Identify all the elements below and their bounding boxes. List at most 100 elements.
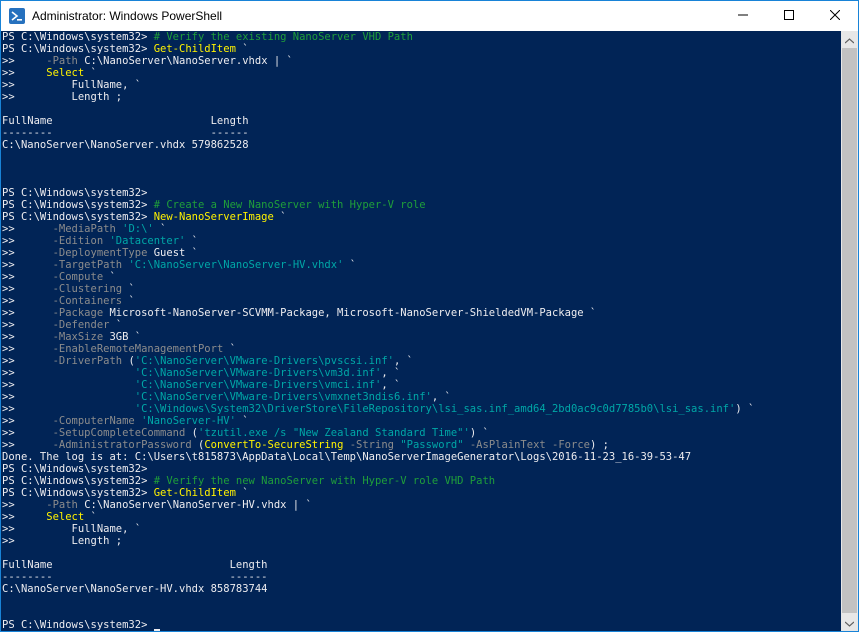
console-text: PS C:\Windows\system32> [2,199,154,211]
console-line: >> -MaxSize 3GB ` [2,331,754,343]
console-line: >> -Defender ` [2,319,754,331]
console-text: ( [122,355,135,367]
console-text: ` [103,271,116,283]
console-text: ` [109,319,123,331]
console-text: ) ` [469,427,489,439]
console-text: -EnableRemoteManagementPort [52,343,224,355]
console-line: PS C:\Windows\system32> Get-ChildItem ` [2,487,754,499]
maximize-button[interactable] [766,1,812,31]
minimize-button[interactable] [720,1,766,31]
console-text: PS C:\Windows\system32> [2,31,154,43]
console-text: ` [235,415,249,427]
console-text: PS C:\Windows\system32> [2,211,154,223]
console-text: -Package [52,307,104,319]
console-text: ` [84,67,97,79]
console-text: PS C:\Windows\system32> [2,475,154,487]
console-text: >> [2,247,53,259]
console-text: -ComputerName [52,415,135,427]
console-text: -String [349,439,394,451]
console-line: >> Select ` [2,67,754,79]
console-text: >> [2,55,47,67]
console-line: >> -MediaPath 'D:\' ` [2,223,754,235]
console-text: -------- ------ [2,571,268,583]
console-text: >> [2,415,53,427]
console-line: >> -DriverPath ('C:\NanoServer\VMware-Dr… [2,355,754,367]
console-line: >> -EnableRemoteManagementPort ` [2,343,754,355]
close-button[interactable] [812,1,858,31]
console-text: PS C:\Windows\system32> [2,487,154,499]
console-lines: PS C:\Windows\system32> # Verify the exi… [2,31,754,631]
console-line: PS C:\Windows\system32> Get-ChildItem ` [2,43,754,55]
console-text: PS C:\Windows\system32> [2,619,154,631]
console-text: >> [2,235,53,247]
console-text: PS C:\Windows\system32> [2,187,148,199]
console-text: >> FullName, ` [2,79,142,91]
window-title: Administrator: Windows PowerShell [32,9,223,23]
minimize-icon [738,7,748,25]
console-text: >> [2,307,53,319]
console-text: -SetupCompleteCommand [52,427,186,439]
scroll-up-button[interactable] [841,31,858,48]
console-text: -AsPlainText -Force [469,439,590,451]
console-text: 'tzutil.exe /s "New Zealand Standard Tim… [198,427,470,439]
console-text: >> [2,379,135,391]
console-text: >> [2,223,53,235]
console-line: >> -Edition 'Datacenter' ` [2,235,754,247]
console-text: -Containers [52,295,123,307]
console-text: C:\NanoServer\NanoServer-HV.vhdx 8587837… [2,583,268,595]
powershell-window: Administrator: Windows PowerShell PS C:\… [0,0,859,632]
console-line: PS C:\Windows\system32> New-NanoServerIm… [2,211,754,223]
console-text: -Compute [52,271,104,283]
console-text: Guest ` [147,247,198,259]
console-line: PS C:\Windows\system32> # Create a New N… [2,199,754,211]
console-text: -Edition [52,235,104,247]
console-text: 3GB ` [103,331,142,343]
console-text: 'NanoServer-HV' [141,415,236,427]
console-text: >> Length ; [2,91,123,103]
console-text: ` [122,295,135,307]
console-text: "Password" [400,439,464,451]
console-text: -Path [46,55,78,67]
console-line: C:\NanoServer\NanoServer-HV.vhdx 8587837… [2,583,754,595]
console-text: >> [2,427,53,439]
console-line: >> 'C:\NanoServer\VMware-Drivers\vm3d.in… [2,367,754,379]
console-text: -Clustering [52,283,123,295]
console-line: C:\NanoServer\NanoServer.vhdx 579862528 [2,139,754,151]
console-text: ` [235,487,249,499]
text-cursor [153,629,160,631]
console-output[interactable]: PS C:\Windows\system32> # Verify the exi… [1,31,841,631]
console-line: >> -DeploymentType Guest ` [2,247,754,259]
console-text: # Verify the new NanoServer with Hyper-V… [153,475,496,487]
console-text: ` [273,211,287,223]
console-text: >> [2,295,53,307]
console-text: C:\NanoServer\NanoServer-HV.vhdx | ` [77,499,312,511]
console-text: -DriverPath [52,355,123,367]
chevron-up-icon [844,31,855,49]
console-line: >> -Clustering ` [2,283,754,295]
console-text: -MediaPath [52,223,116,235]
console-text: # Create a New NanoServer with Hyper-V r… [153,199,426,211]
console-text: 'C:\NanoServer\VMware-Drivers\vmxnet3ndi… [134,391,432,403]
console-line: >> FullName, ` [2,523,754,535]
scroll-down-button[interactable] [841,614,858,631]
console-text: >> [2,439,53,451]
console-text: -Path [46,499,78,511]
vertical-scrollbar[interactable] [841,31,858,631]
console-text: Select [46,67,85,79]
console-text: >> [2,319,53,331]
console-line: >> -SetupCompleteCommand ('tzutil.exe /s… [2,427,754,439]
console-line: >> 'C:\Windows\System32\DriverStore\File… [2,403,754,415]
title-bar[interactable]: Administrator: Windows PowerShell [1,1,858,31]
console-text: ( [185,427,198,439]
console-text: Done. The log is at: C:\Users\t815873\Ap… [2,451,692,463]
scroll-thumb[interactable] [842,48,857,613]
console-text: >> [2,331,53,343]
chevron-down-icon [844,614,855,632]
console-line: PS C:\Windows\system32> # Verify the exi… [2,31,754,43]
console-text: , ` [381,379,401,391]
maximize-icon [784,7,794,25]
